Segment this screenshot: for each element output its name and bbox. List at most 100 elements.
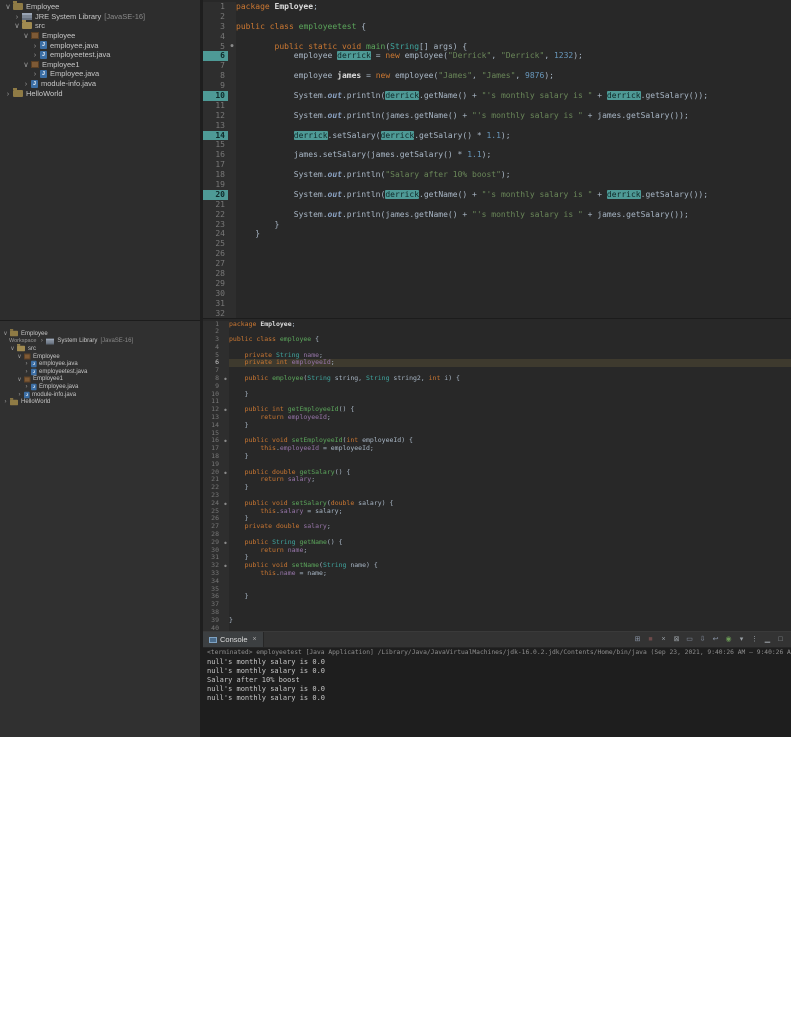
code-line[interactable]: 12 System.out.println(james.getName() + … xyxy=(203,110,791,121)
code-line[interactable]: 33 this.name = name; xyxy=(203,569,791,578)
line-number[interactable]: 4 xyxy=(203,31,228,42)
tree-item[interactable]: › Employee.java xyxy=(0,69,200,79)
code-line[interactable]: 13 xyxy=(203,120,791,131)
code-line[interactable]: 32 xyxy=(203,308,791,318)
line-number[interactable]: 5 xyxy=(203,351,222,360)
code-line[interactable]: 35 xyxy=(203,585,791,594)
line-number[interactable]: 4 xyxy=(203,343,222,352)
code-line[interactable]: 27 xyxy=(203,259,791,270)
line-number[interactable]: 7 xyxy=(203,61,228,72)
tree-item[interactable]: Workspace › System Library [JavaSE-16] xyxy=(0,338,200,346)
code-line[interactable]: 24 } xyxy=(203,229,791,240)
code-line[interactable]: 20 System.out.println(derrick.getName() … xyxy=(203,189,791,200)
tree-item[interactable]: › employeetest.java xyxy=(0,368,200,376)
code-line[interactable]: 1 package Employee; xyxy=(203,320,791,329)
code-line[interactable]: 10 System.out.println(derrick.getName() … xyxy=(203,91,791,101)
chevron-down-icon[interactable]: ∨ xyxy=(9,345,16,352)
line-number[interactable]: 32 xyxy=(203,308,228,318)
code-line[interactable]: 37 xyxy=(203,600,791,609)
code-line[interactable]: 9 xyxy=(203,382,791,391)
terminate-icon[interactable]: ■ xyxy=(646,635,655,645)
code-line[interactable]: 19 xyxy=(203,180,791,190)
code-line[interactable]: 30 xyxy=(203,288,791,299)
code-line[interactable]: 11 xyxy=(203,100,791,111)
code-line[interactable]: 18 } xyxy=(203,452,791,461)
code-line[interactable]: 8 employee james = new employee("James",… xyxy=(203,71,791,82)
chevron-right-icon[interactable]: › xyxy=(31,50,39,59)
fold-marker-icon[interactable]: ● xyxy=(222,499,229,508)
line-number[interactable]: 12 xyxy=(203,110,228,121)
code-line[interactable]: 17 this.employeeId = employeeId; xyxy=(203,444,791,454)
code-line[interactable]: 23 } xyxy=(203,219,791,230)
chevron-right-icon[interactable]: › xyxy=(23,384,30,390)
clear-console-icon[interactable]: ▭ xyxy=(685,635,694,645)
code-line[interactable]: 21 xyxy=(203,199,791,210)
line-number[interactable]: 20 xyxy=(203,189,228,200)
tree-item[interactable]: › employee.java xyxy=(0,40,200,50)
code-line[interactable]: 7 xyxy=(203,61,791,72)
line-number[interactable]: 26 xyxy=(203,249,228,260)
line-number[interactable]: 30 xyxy=(203,288,228,299)
line-number[interactable]: 21 xyxy=(203,199,228,210)
tree-item[interactable]: ∨ src xyxy=(0,20,200,31)
line-number[interactable]: 29 xyxy=(203,278,228,289)
minimize-icon[interactable]: ▁ xyxy=(763,635,772,645)
remove-all-launches-icon[interactable]: ⊠ xyxy=(672,635,681,645)
fold-marker-icon[interactable]: ● xyxy=(228,41,236,52)
tree-item[interactable]: ∨ Employee xyxy=(0,1,200,12)
chevron-right-icon[interactable]: › xyxy=(4,89,12,98)
open-console-icon[interactable]: ⊞ xyxy=(633,635,642,645)
chevron-right-icon[interactable]: › xyxy=(16,392,23,398)
tree-item[interactable]: ∨ Employee xyxy=(0,31,200,41)
code-line[interactable]: 30 return name; xyxy=(203,546,791,555)
line-number[interactable]: 3 xyxy=(203,21,228,32)
console-view-menu-icon[interactable]: ⋮ xyxy=(750,635,759,645)
code-line[interactable]: 31 xyxy=(203,298,791,309)
line-number[interactable]: 19 xyxy=(203,180,228,190)
chevron-down-icon[interactable]: ∨ xyxy=(22,31,30,40)
chevron-down-icon[interactable]: ∨ xyxy=(2,330,9,337)
line-number[interactable]: 24 xyxy=(203,229,228,240)
editor-employee[interactable]: 1 package Employee; 2 3 public class employe… xyxy=(203,317,791,631)
word-wrap-icon[interactable]: ↩ xyxy=(711,635,720,645)
tree-item[interactable]: › module-info.java xyxy=(0,391,200,399)
fold-marker-icon[interactable]: ● xyxy=(222,437,229,446)
line-number[interactable]: 1 xyxy=(203,2,228,12)
console-output[interactable]: null's monthly salary is 0.0 null's month… xyxy=(203,657,791,737)
tree-item[interactable]: › HelloWorld xyxy=(0,397,200,406)
tree-item[interactable]: › employee.java xyxy=(0,360,200,368)
code-line[interactable]: 9 xyxy=(203,81,791,92)
code-line[interactable]: 4 xyxy=(203,31,791,42)
line-number[interactable]: 27 xyxy=(203,259,228,270)
code-line[interactable]: 6 private int employeeId; xyxy=(203,359,791,368)
line-number[interactable]: 10 xyxy=(203,91,228,101)
line-number[interactable]: 9 xyxy=(203,81,228,92)
code-line[interactable]: 16 james.setSalary(james.getSalary() * 1… xyxy=(203,150,791,161)
code-line[interactable]: 39} xyxy=(203,616,791,625)
fold-marker-icon[interactable]: ● xyxy=(222,375,229,383)
tree-item[interactable]: › Employee.java xyxy=(0,383,200,391)
code-line[interactable]: 1 package Employee; xyxy=(203,2,791,12)
tree-item[interactable]: ∨ Employee xyxy=(0,353,200,361)
code-line[interactable]: 28 xyxy=(203,269,791,279)
fold-marker-icon[interactable]: ● xyxy=(222,406,229,415)
code-line[interactable]: 38 xyxy=(203,608,791,617)
chevron-down-icon[interactable]: ∨ xyxy=(4,2,12,11)
code-line[interactable]: 5 ● public static void main(String[] args… xyxy=(203,41,791,52)
chevron-right-icon[interactable]: › xyxy=(13,12,21,21)
code-line[interactable]: 25 xyxy=(203,239,791,250)
line-number[interactable]: 8 xyxy=(203,374,222,383)
chevron-down-icon[interactable]: ∨ xyxy=(13,21,21,30)
line-number[interactable]: 7 xyxy=(203,366,222,376)
code-line[interactable]: 29 xyxy=(203,278,791,289)
package-explorer-bottom[interactable]: ∨ Employee Workspace › System Library [JavaSE… xyxy=(0,320,200,737)
code-line[interactable]: 15 xyxy=(203,140,791,151)
line-number[interactable]: 15 xyxy=(203,140,228,151)
code-line[interactable]: 14 } xyxy=(203,421,791,430)
line-number[interactable]: 8 xyxy=(203,71,228,82)
maximize-icon[interactable]: □ xyxy=(776,635,785,645)
chevron-down-icon[interactable]: ∨ xyxy=(16,353,23,360)
chevron-down-icon[interactable]: ∨ xyxy=(22,60,30,69)
chevron-right-icon[interactable]: › xyxy=(38,338,45,344)
chevron-right-icon[interactable]: › xyxy=(22,79,30,88)
